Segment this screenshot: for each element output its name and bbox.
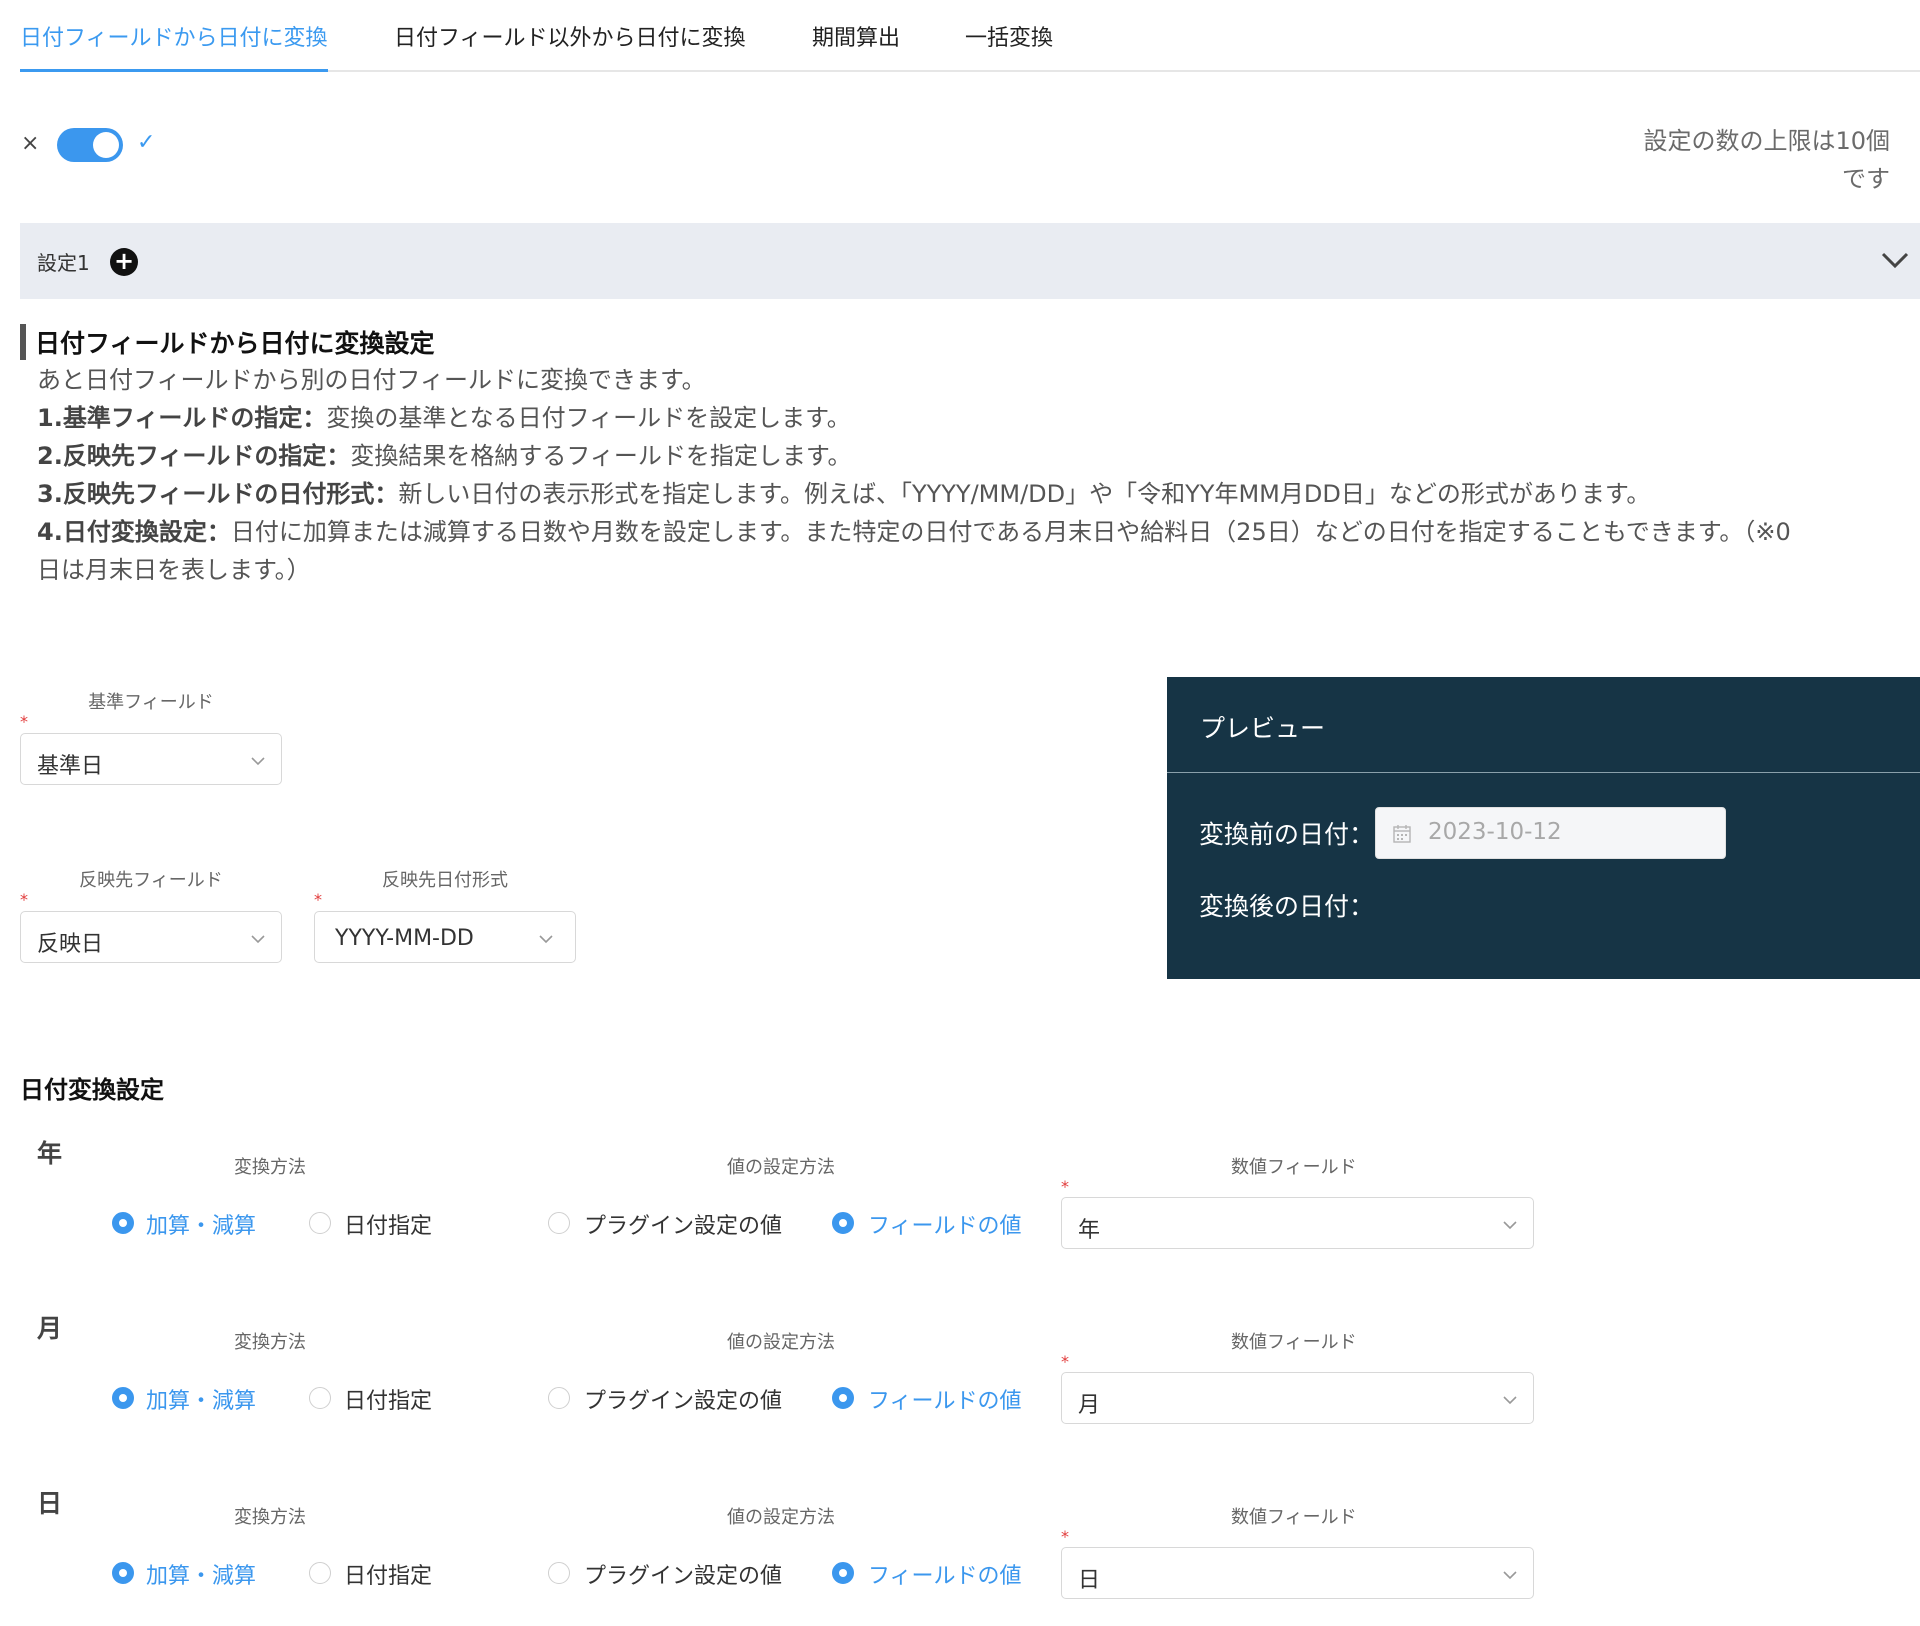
unit-label-month: 月	[37, 1314, 63, 1343]
tab-bulk-convert[interactable]: 一括変換	[965, 22, 1053, 72]
before-date-label: 変換前の日付：	[1199, 820, 1375, 849]
description-item: 3.反映先フィールドの日付形式：新しい日付の表示形式を指定します。例えば、「YY…	[37, 480, 1651, 508]
target-format-value: YYYY-MM-DD	[335, 926, 474, 951]
preview-divider	[1167, 772, 1920, 773]
radio-plugin-value[interactable]	[548, 1387, 570, 1409]
description-text: あと日付フィールドから別の日付フィールドに変換できます。 1.基準フィールドの指…	[37, 361, 1827, 589]
description-item: 2.反映先フィールドの指定：変換結果を格納するフィールドを指定します。	[37, 442, 852, 470]
radio-label-add-sub[interactable]: 加算・減算	[146, 1383, 256, 1415]
radio-label-plugin-value[interactable]: プラグイン設定の値	[584, 1383, 782, 1415]
target-format-select[interactable]: YYYY-MM-DD	[314, 911, 576, 963]
limit-note-line2: です	[1842, 165, 1890, 193]
required-mark: *	[1061, 1177, 1069, 1196]
radio-label-field-value[interactable]: フィールドの値	[868, 1208, 1022, 1240]
radio-plugin-value[interactable]	[548, 1212, 570, 1234]
radio-date-spec[interactable]	[309, 1387, 331, 1409]
add-setting-icon[interactable]: +	[110, 248, 138, 276]
conversion-settings-title: 日付変換設定	[20, 1076, 164, 1104]
tab-non-date-to-date[interactable]: 日付フィールド以外から日付に変換	[394, 22, 746, 72]
radio-add-sub[interactable]	[112, 1387, 134, 1409]
target-field-value: 反映日	[37, 932, 104, 957]
method-label: 変換方法	[234, 1507, 306, 1528]
calendar-icon	[1393, 825, 1411, 843]
required-mark: *	[1061, 1527, 1069, 1546]
radio-field-value[interactable]	[832, 1212, 854, 1234]
radio-label-plugin-value[interactable]: プラグイン設定の値	[584, 1208, 782, 1240]
description-title: 日付フィールドから日付に変換設定	[35, 329, 435, 358]
description-intro: あと日付フィールドから別の日付フィールドに変換できます。	[37, 366, 706, 394]
radio-add-sub[interactable]	[112, 1562, 134, 1584]
preview-title: プレビュー	[1200, 714, 1326, 743]
limit-note-line1: 設定の数の上限は10個	[1643, 127, 1890, 155]
chevron-down-icon	[1503, 1571, 1517, 1580]
radio-label-field-value[interactable]: フィールドの値	[868, 1558, 1022, 1590]
required-mark: *	[314, 890, 322, 909]
base-field-label: 基準フィールド	[88, 692, 214, 713]
setting-label: 設定1	[37, 251, 90, 275]
setting-panel-header[interactable]: 設定1 +	[20, 223, 1920, 299]
chevron-down-icon	[1503, 1396, 1517, 1405]
enable-toggle[interactable]	[57, 128, 123, 162]
radio-field-value[interactable]	[832, 1387, 854, 1409]
close-icon: ×	[21, 131, 40, 156]
toggle-knob	[93, 132, 119, 158]
base-field-value: 基準日	[37, 754, 104, 779]
numeric-field-label: 数値フィールド	[1231, 1507, 1357, 1528]
target-field-label: 反映先フィールド	[79, 870, 223, 891]
preview-panel: プレビュー 変換前の日付： 2023-10-12 変換後の日付：	[1167, 677, 1920, 979]
after-date-label: 変換後の日付：	[1199, 892, 1375, 921]
target-format-label: 反映先日付形式	[382, 870, 508, 891]
unit-label-day: 日	[37, 1489, 63, 1518]
radio-label-date-spec[interactable]: 日付指定	[344, 1383, 432, 1415]
description-item: 1.基準フィールドの指定：変換の基準となる日付フィールドを設定します。	[37, 404, 851, 432]
chevron-down-icon	[1503, 1221, 1517, 1230]
before-date-placeholder: 2023-10-12	[1428, 819, 1562, 845]
before-date-input[interactable]: 2023-10-12	[1375, 807, 1726, 859]
chevron-down-icon[interactable]	[1878, 243, 1912, 277]
tab-period-calc[interactable]: 期間算出	[812, 22, 900, 72]
radio-label-date-spec[interactable]: 日付指定	[344, 1558, 432, 1590]
settings-limit-note: 設定の数の上限は10個 です	[1570, 122, 1890, 198]
unit-label-year: 年	[37, 1139, 63, 1168]
base-field-select[interactable]: 基準日	[20, 733, 282, 785]
radio-label-add-sub[interactable]: 加算・減算	[146, 1558, 256, 1590]
required-mark: *	[1061, 1352, 1069, 1371]
check-icon: ✓	[137, 130, 156, 155]
radio-label-plugin-value[interactable]: プラグイン設定の値	[584, 1558, 782, 1590]
radio-date-spec[interactable]	[309, 1212, 331, 1234]
chevron-down-icon	[251, 757, 265, 766]
radio-plugin-value[interactable]	[548, 1562, 570, 1584]
method-label: 変換方法	[234, 1332, 306, 1353]
radio-label-date-spec[interactable]: 日付指定	[344, 1208, 432, 1240]
numeric-field-value: 年	[1078, 1218, 1101, 1243]
value-method-label: 値の設定方法	[727, 1507, 835, 1528]
required-mark: *	[20, 712, 28, 731]
radio-date-spec[interactable]	[309, 1562, 331, 1584]
method-label: 変換方法	[234, 1157, 306, 1178]
radio-field-value[interactable]	[832, 1562, 854, 1584]
numeric-field-select-year[interactable]: 年	[1061, 1197, 1534, 1249]
value-method-label: 値の設定方法	[727, 1332, 835, 1353]
value-method-label: 値の設定方法	[727, 1157, 835, 1178]
numeric-field-label: 数値フィールド	[1231, 1157, 1357, 1178]
radio-label-add-sub[interactable]: 加算・減算	[146, 1208, 256, 1240]
required-mark: *	[20, 890, 28, 909]
numeric-field-value: 月	[1078, 1393, 1101, 1418]
tab-date-field-to-date[interactable]: 日付フィールドから日付に変換	[20, 22, 328, 72]
numeric-field-select-month[interactable]: 月	[1061, 1372, 1534, 1424]
title-accent-bar	[20, 324, 26, 360]
description-item: 4.日付変換設定：日付に加算または減算する日数や月数を設定します。また特定の日付…	[37, 518, 1791, 584]
numeric-field-select-day[interactable]: 日	[1061, 1547, 1534, 1599]
chevron-down-icon	[251, 935, 265, 944]
numeric-field-label: 数値フィールド	[1231, 1332, 1357, 1353]
numeric-field-value: 日	[1078, 1568, 1101, 1593]
radio-label-field-value[interactable]: フィールドの値	[868, 1383, 1022, 1415]
radio-add-sub[interactable]	[112, 1212, 134, 1234]
chevron-down-icon	[539, 935, 553, 944]
target-field-select[interactable]: 反映日	[20, 911, 282, 963]
